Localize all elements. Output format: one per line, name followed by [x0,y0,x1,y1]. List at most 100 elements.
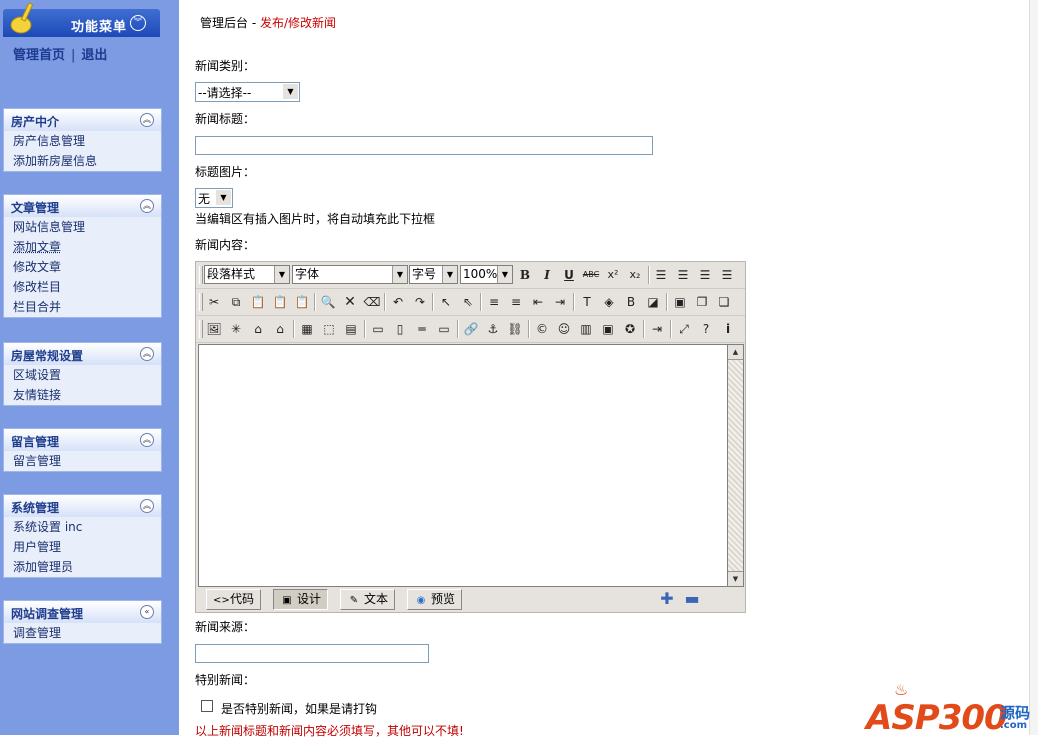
redo-icon[interactable]: ↷ [411,293,429,311]
insert-symbol-icon[interactable]: © [533,320,551,338]
insert-input-icon[interactable]: ▭ [435,320,453,338]
info-icon[interactable]: i [719,320,737,338]
insert-marquee-icon[interactable]: ▭ [369,320,387,338]
outdent-icon[interactable]: ⇤ [529,293,547,311]
sidebar-item[interactable]: 栏目合并 [4,297,161,317]
insert-cell-icon[interactable]: ▤ [342,320,360,338]
mode-code-button[interactable]: <>代码 [206,589,262,610]
fullscreen-icon[interactable]: ⤢ [675,320,693,338]
title-input[interactable] [195,136,653,155]
group-header[interactable]: 系统管理 ︽ [4,495,161,517]
mode-text-button[interactable]: ✎ 文本 [340,589,396,610]
group-header[interactable]: 房产中介 ︽ [4,109,161,131]
enlarge-icon[interactable]: ✚ [659,591,675,607]
scroll-down-icon[interactable]: ▼ [728,571,743,586]
sidebar-item[interactable]: 添加文章 [4,237,161,257]
group-header[interactable]: 留言管理 ︽ [4,429,161,451]
collapse-icon[interactable]: ︽ [140,347,154,361]
collapse-icon[interactable]: ︽ [140,433,154,447]
copy-icon[interactable]: ⧉ [227,293,245,311]
layer-icon[interactable]: ❐ [693,293,711,311]
zoom-select[interactable]: 100% ▼ [460,265,513,284]
font-size-select[interactable]: 字号 ▼ [409,265,458,284]
logout-link[interactable]: 退出 [81,48,107,63]
find-icon[interactable]: 🔍 [319,293,337,311]
menu-collapse-icon[interactable]: ︾ [130,15,146,31]
insert-date-icon[interactable]: ▣ [599,320,617,338]
group-header[interactable]: 网站调查管理 « [4,601,161,623]
paste-word-icon[interactable]: 📋 [293,293,311,311]
eraser-icon[interactable]: ⌫ [363,293,381,311]
paragraph-style-select[interactable]: 段落样式 ▼ [204,265,290,284]
insert-table-icon[interactable]: ▦ [298,320,316,338]
align-justify-icon[interactable]: ☰ [718,266,736,284]
collapse-icon[interactable]: ︽ [140,499,154,513]
insert-file-icon[interactable]: ⌂ [271,320,289,338]
indent-icon[interactable]: ⇥ [551,293,569,311]
insert-form-icon[interactable]: ▯ [391,320,409,338]
mode-design-button[interactable]: ▣ 设计 [273,589,329,610]
insert-image-icon[interactable]: 🖼 [205,320,223,338]
align-center-icon[interactable]: ☰ [674,266,692,284]
bold-icon[interactable]: B [516,266,534,284]
editor-content-area[interactable] [198,344,728,587]
text-color-icon[interactable]: T [578,293,596,311]
sidebar-item[interactable]: 添加管理员 [4,557,161,577]
insert-media-icon[interactable]: ⌂ [249,320,267,338]
insert-excel-icon[interactable]: ▥ [577,320,595,338]
background-color-icon[interactable]: B [622,293,640,311]
sidebar-item[interactable]: 调查管理 [4,623,161,643]
sidebar-item[interactable]: 修改文章 [4,257,161,277]
insert-emoticon-icon[interactable]: ☺ [555,320,573,338]
sidebar-item[interactable]: 添加新房屋信息 [4,151,161,171]
align-right-icon[interactable]: ☰ [696,266,714,284]
paste-icon[interactable]: 📋 [249,293,267,311]
page-scrollbar[interactable] [1029,0,1038,735]
scroll-up-icon[interactable]: ▲ [728,345,743,360]
frame-icon[interactable]: ▣ [671,293,689,311]
image-select[interactable]: 无 ▼ [195,188,233,208]
sidebar-item[interactable]: 用户管理 [4,537,161,557]
home-link[interactable]: 管理首页 [13,48,65,63]
ordered-list-icon[interactable]: ≡ [485,293,503,311]
layer-stack-icon[interactable]: ❏ [715,293,733,311]
sidebar-item[interactable]: 系统设置 inc [4,517,161,537]
superscript-icon[interactable]: x² [604,266,622,284]
chevron-down-icon[interactable]: ▼ [216,190,231,205]
subscript-icon[interactable]: x₂ [626,266,644,284]
highlight-icon[interactable]: ◈ [600,293,618,311]
italic-icon[interactable]: I [538,266,556,284]
sidebar-item[interactable]: 网站信息管理 [4,217,161,237]
group-header[interactable]: 房屋常规设置 ︽ [4,343,161,365]
insert-link-icon[interactable]: 🔗 [462,320,480,338]
breadcrumb-root[interactable]: 管理后台 [200,16,248,30]
font-select[interactable]: 字体 ▼ [292,265,408,284]
special-checkbox[interactable] [201,700,213,712]
deselect-icon[interactable]: ⇖ [459,293,477,311]
sidebar-item[interactable]: 留言管理 [4,451,161,471]
sidebar-item[interactable]: 区域设置 [4,365,161,385]
insert-time-icon[interactable]: ✪ [621,320,639,338]
sidebar-item[interactable]: 房产信息管理 [4,131,161,151]
align-left-icon[interactable]: ☰ [652,266,670,284]
source-input[interactable] [195,644,429,663]
unordered-list-icon[interactable]: ≡ [507,293,525,311]
help-icon[interactable]: ? [697,320,715,338]
strikethrough-icon[interactable]: ABC [582,266,600,284]
expand-icon[interactable]: « [140,605,154,619]
collapse-icon[interactable]: ︽ [140,113,154,127]
sidebar-item[interactable]: 修改栏目 [4,277,161,297]
mode-preview-button[interactable]: ◉ 预览 [407,589,463,610]
shrink-icon[interactable]: ▬ [684,591,700,607]
paste-text-icon[interactable]: 📋 [271,293,289,311]
group-header[interactable]: 文章管理 ︽ [4,195,161,217]
insert-hr-icon[interactable]: ═ [413,320,431,338]
cut-icon[interactable]: ✂ [205,293,223,311]
sidebar-item[interactable]: 友情链接 [4,385,161,405]
insert-row-icon[interactable]: ⬚ [320,320,338,338]
remove-link-icon[interactable]: ⛓ [506,320,524,338]
delete-icon[interactable]: ✕ [341,293,359,311]
category-select[interactable]: --请选择-- ▼ [195,82,300,102]
collapse-icon[interactable]: ︽ [140,199,154,213]
insert-anchor-icon[interactable]: ⚓ [484,320,502,338]
